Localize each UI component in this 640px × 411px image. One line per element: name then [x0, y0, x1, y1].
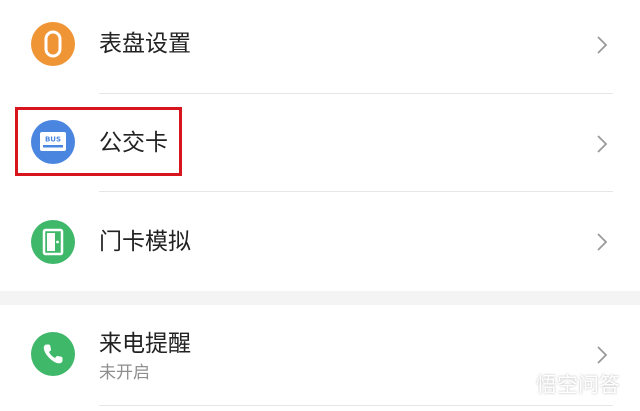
chevron-right-icon [597, 346, 608, 364]
highlight-box [15, 107, 182, 176]
phone-icon [31, 332, 75, 376]
watch-band-icon [31, 22, 75, 66]
door-icon [31, 220, 75, 264]
settings-item-door-card[interactable]: 门卡模拟 [0, 192, 640, 291]
chevron-right-icon [597, 135, 608, 153]
watermark-text: 悟空问答 [536, 373, 620, 397]
chevron-right-icon [597, 233, 608, 251]
section-separator [0, 291, 640, 305]
chevron-right-icon [597, 36, 608, 54]
settings-item-label: 表盘设置 [99, 31, 191, 57]
settings-item-status: 未开启 [99, 363, 150, 383]
settings-item-watch-face[interactable]: 表盘设置 [0, 0, 640, 93]
settings-item-label: 来电提醒 [99, 331, 191, 357]
wukong-logo-icon [503, 371, 531, 399]
divider [99, 405, 613, 406]
settings-item-label: 门卡模拟 [99, 229, 191, 255]
